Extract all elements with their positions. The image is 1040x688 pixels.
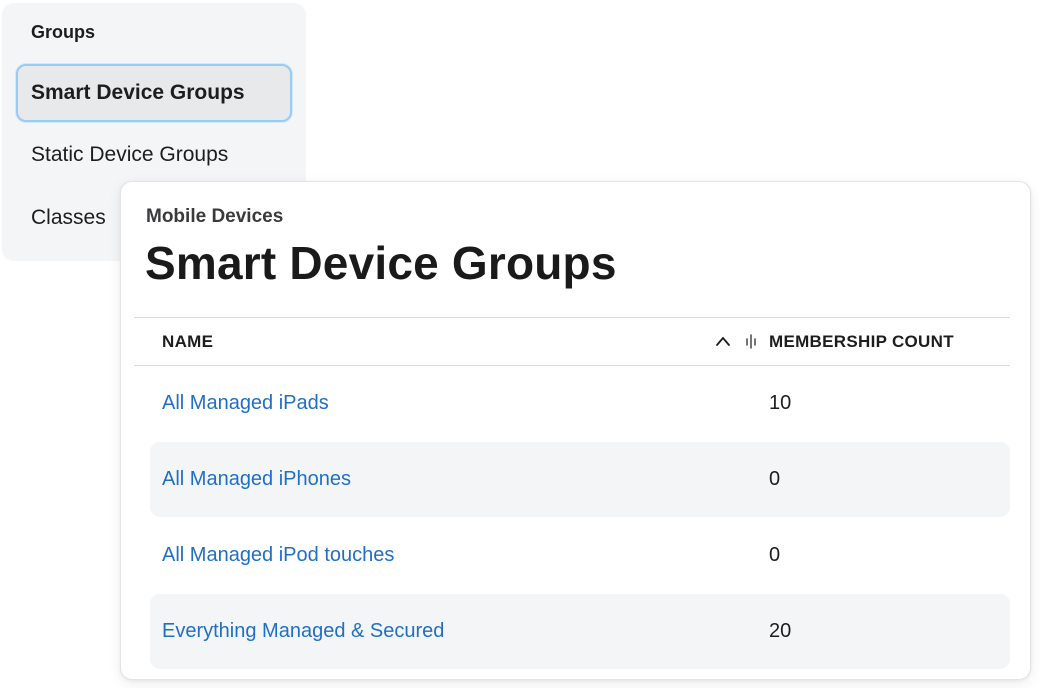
chevron-up-icon[interactable] [714, 333, 732, 349]
table-row: All Managed iPod touches 0 [150, 518, 1010, 593]
sidebar-item-static-device-groups[interactable]: Static Device Groups [16, 126, 292, 184]
membership-count: 10 [769, 392, 792, 414]
sidebar-heading: Groups [31, 22, 96, 42]
sidebar-item-label: Classes [31, 206, 106, 229]
membership-count: 0 [769, 468, 781, 490]
group-name-link[interactable]: Everything Managed & Secured [162, 620, 444, 643]
group-name-link[interactable]: All Managed iPads [162, 392, 329, 415]
table-row: All Managed iPhones 0 [150, 442, 1010, 517]
table-row: All Managed iPads 10 [150, 366, 1010, 441]
membership-count: 0 [769, 544, 781, 566]
table-row: Everything Managed & Secured 20 [150, 594, 1010, 669]
column-header-name[interactable]: NAME [162, 332, 213, 352]
smart-device-groups-card: Mobile Devices Smart Device Groups NAME … [120, 181, 1031, 680]
page-title: Smart Device Groups [145, 237, 617, 289]
breadcrumb: Mobile Devices [146, 206, 284, 227]
membership-count: 20 [769, 620, 792, 642]
table-header: NAME MEMBERSHIP COUNT [134, 317, 1010, 366]
groups-table: NAME MEMBERSHIP COUNT All Managed iPads … [134, 317, 1010, 669]
group-name-link[interactable]: All Managed iPhones [162, 468, 351, 491]
sidebar-item-label: Smart Device Groups [31, 81, 245, 104]
column-header-membership-count[interactable]: MEMBERSHIP COUNT [769, 332, 954, 352]
sidebar-item-smart-device-groups[interactable]: Smart Device Groups [16, 64, 292, 122]
sidebar-item-label: Static Device Groups [31, 143, 229, 166]
group-name-link[interactable]: All Managed iPod touches [162, 544, 394, 567]
column-resize-icon[interactable] [745, 333, 757, 349]
